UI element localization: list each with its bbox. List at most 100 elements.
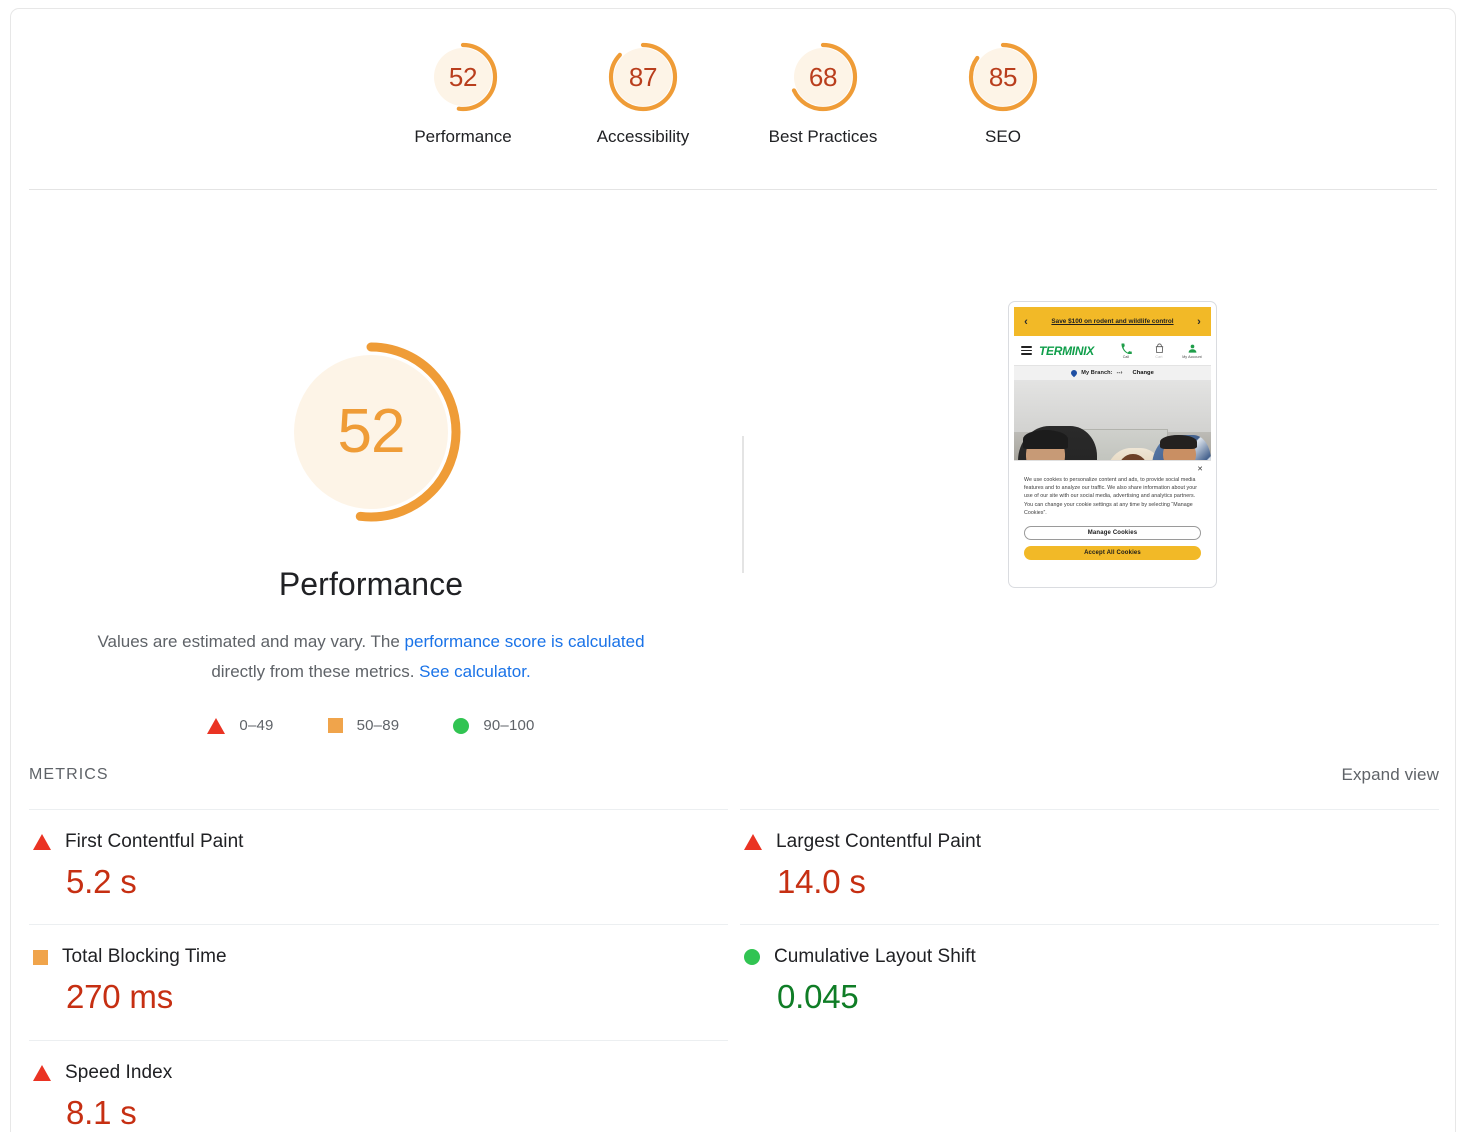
metric-label-line: Cumulative Layout Shift (740, 946, 1439, 968)
promo-prev-icon[interactable]: ‹ (1020, 316, 1032, 328)
category-gauge-strip: 52 Performance 87 Accessibility 68 Best Pract… (11, 9, 1455, 189)
report-card: 52 Performance 87 Accessibility 68 Best Pract… (10, 8, 1456, 1132)
hamburger-menu-icon[interactable] (1021, 346, 1032, 355)
nav-call[interactable]: Call (1114, 343, 1138, 359)
metrics-header: METRICS Expand view (29, 765, 1439, 785)
metric-name: Speed Index (65, 1062, 172, 1084)
metric-row[interactable]: Largest Contentful Paint 14.0 s (740, 809, 1439, 924)
gauge-label: Performance (414, 127, 511, 147)
gauge-ring: 85 (967, 41, 1039, 113)
gauge-ring: 52 (427, 41, 499, 113)
gauge-ring: 87 (607, 41, 679, 113)
gauge-label: Accessibility (597, 127, 690, 147)
legend-item-pass: 90–100 (453, 717, 534, 734)
metric-label-line: First Contentful Paint (29, 831, 728, 853)
cart-icon (1154, 343, 1165, 354)
site-navbar: TERMINIX Call (1014, 336, 1211, 365)
category-gauge-seo[interactable]: 85 SEO (913, 41, 1093, 147)
square-icon (33, 950, 48, 965)
nav-account[interactable]: My Account (1180, 343, 1204, 359)
legend-item-average: 50–89 (328, 717, 400, 734)
gauge-label: Best Practices (769, 127, 878, 147)
category-gauge-best-practices[interactable]: 68 Best Practices (733, 41, 913, 147)
performance-gauge[interactable]: 52 (277, 338, 465, 526)
circle-icon (453, 718, 469, 734)
gauge-label: SEO (985, 127, 1021, 147)
triangle-icon (744, 834, 762, 850)
triangle-icon (207, 718, 225, 734)
performance-score-link[interactable]: performance score is calculated (405, 632, 645, 651)
metric-label-line: Total Blocking Time (29, 946, 728, 968)
metric-value: 270 ms (66, 976, 728, 1017)
nav-account-label: My Account (1182, 355, 1202, 359)
metric-name: Largest Contentful Paint (776, 831, 981, 853)
nav-call-label: Call (1123, 355, 1130, 359)
branch-bar: My Branch: --› Change (1014, 365, 1211, 381)
branch-change-button[interactable]: Change (1133, 370, 1154, 376)
performance-gauge-score: 52 (338, 401, 405, 463)
description-text-1: Values are estimated and may vary. The (97, 632, 404, 651)
metric-label-line: Largest Contentful Paint (740, 831, 1439, 853)
category-gauge-performance[interactable]: 52 Performance (373, 41, 553, 147)
photo-technician-cap (1023, 430, 1069, 448)
close-icon[interactable]: ✕ (1197, 465, 1203, 473)
hero-vertical-divider (742, 436, 744, 573)
navbar-icons: Call Cart (1114, 343, 1204, 359)
photo-man-hair (1160, 435, 1197, 449)
metric-value: 8.1 s (66, 1092, 728, 1132)
metric-value: 5.2 s (66, 861, 728, 902)
legend-item-fail: 0–49 (207, 717, 273, 734)
account-icon (1187, 343, 1198, 354)
gauge-ring: 68 (787, 41, 859, 113)
branch-label: My Branch: (1081, 370, 1112, 376)
metric-row[interactable]: Cumulative Layout Shift 0.045 (740, 924, 1439, 1039)
legend-label-fail: 0–49 (239, 717, 273, 734)
pagespeed-report-root: 52 Performance 87 Accessibility 68 Best Pract… (0, 0, 1466, 1132)
gauge-score-value: 85 (989, 64, 1017, 90)
gauge-score-value: 52 (449, 64, 477, 90)
page-screenshot-thumbnail[interactable]: ‹ Save $100 on rodent and wildlife contr… (1008, 301, 1217, 588)
triangle-icon (33, 834, 51, 850)
metrics-title: METRICS (29, 766, 109, 784)
metrics-right-column: Largest Contentful Paint 14.0 s Cumulative… (740, 809, 1439, 1132)
square-icon (328, 718, 343, 733)
metric-row[interactable]: Total Blocking Time 270 ms (29, 924, 728, 1039)
nav-cart[interactable]: Cart (1147, 343, 1171, 359)
cookie-consent-banner: ✕ We use cookies to personalize content … (1014, 460, 1211, 582)
metric-name: Total Blocking Time (62, 946, 227, 968)
branch-value[interactable]: --› (1117, 370, 1123, 376)
circle-icon (744, 949, 760, 965)
location-pin-icon (1070, 369, 1078, 377)
expand-view-button[interactable]: Expand view (1342, 765, 1440, 785)
metric-value: 14.0 s (777, 861, 1439, 902)
legend-label-average: 50–89 (357, 717, 400, 734)
phone-icon (1121, 343, 1132, 354)
metric-value: 0.045 (777, 976, 1439, 1017)
terminix-logo[interactable]: TERMINIX (1039, 344, 1094, 358)
metric-row[interactable]: Speed Index 8.1 s (29, 1040, 728, 1132)
category-gauge-accessibility[interactable]: 87 Accessibility (553, 41, 733, 147)
page-title: Performance (279, 566, 463, 603)
metric-label-line: Speed Index (29, 1062, 728, 1084)
photo-wall (1014, 381, 1211, 432)
metric-name: First Contentful Paint (65, 831, 244, 853)
metric-row[interactable]: First Contentful Paint 5.2 s (29, 809, 728, 924)
gauge-score-value: 87 (629, 64, 657, 90)
promo-next-icon[interactable]: › (1193, 316, 1205, 328)
promo-banner: ‹ Save $100 on rodent and wildlife contr… (1014, 307, 1211, 336)
metric-name: Cumulative Layout Shift (774, 946, 976, 968)
gauge-score-value: 68 (809, 64, 837, 90)
page-screenshot-inner: ‹ Save $100 on rodent and wildlife contr… (1014, 307, 1211, 582)
metrics-grid: First Contentful Paint 5.2 s Total Blockin… (29, 809, 1439, 1132)
see-calculator-link[interactable]: See calculator. (419, 662, 531, 681)
manage-cookies-button[interactable]: Manage Cookies (1024, 526, 1201, 540)
description-text-2: directly from these metrics. (211, 662, 419, 681)
promo-banner-text[interactable]: Save $100 on rodent and wildlife control (1032, 317, 1193, 326)
cookie-consent-text: We use cookies to personalize content an… (1024, 476, 1201, 517)
legend-label-pass: 90–100 (483, 717, 534, 734)
score-legend: 0–49 50–89 90–100 (207, 717, 534, 734)
hero-left-column: 52 Performance Values are estimated and … (11, 190, 731, 755)
performance-description: Values are estimated and may vary. The p… (71, 627, 671, 687)
performance-hero: 52 Performance Values are estimated and … (11, 190, 1455, 755)
accept-all-cookies-button[interactable]: Accept All Cookies (1024, 546, 1201, 560)
